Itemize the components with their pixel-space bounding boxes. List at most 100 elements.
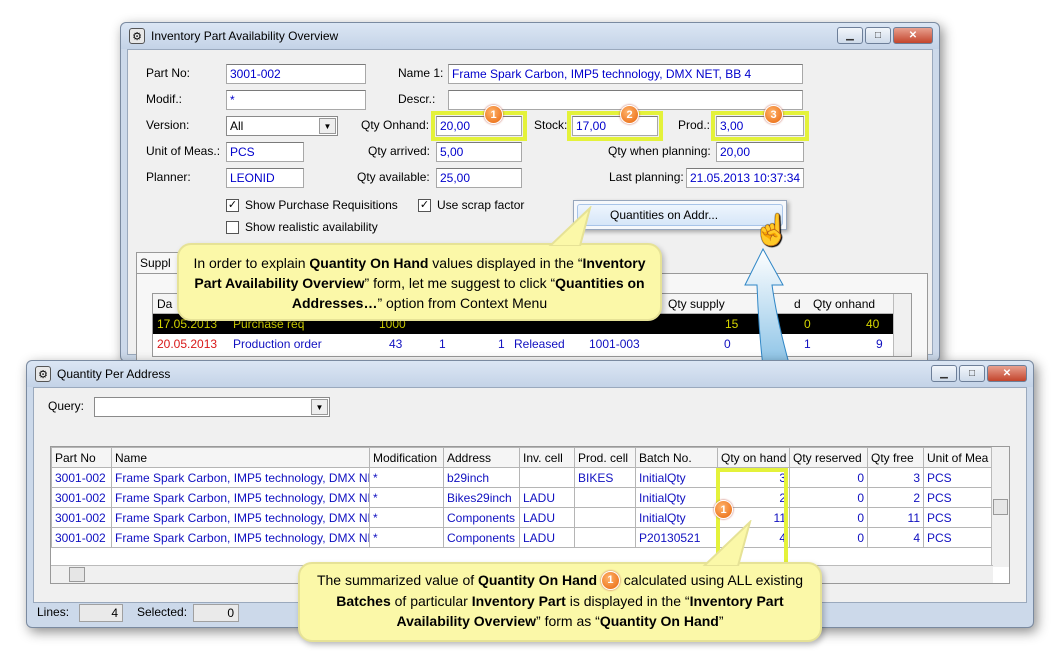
cell-batch-no[interactable]: InitialQty [635, 487, 718, 508]
window-title-bar[interactable]: ⚙ Quantity Per Address ▁ □ ✕ [27, 361, 1033, 387]
grid-vertical-scrollbar[interactable] [991, 447, 1009, 567]
cell-inv-cell[interactable]: LADU [519, 487, 575, 508]
col-address[interactable]: Address [443, 447, 520, 468]
window-title-bar[interactable]: ⚙ Inventory Part Availability Overview ▁… [121, 23, 939, 49]
show-realistic-availability-checkbox[interactable]: Show realistic availability [226, 220, 378, 234]
minimize-icon[interactable]: ▁ [931, 365, 957, 382]
cell-prod-cell[interactable] [574, 487, 636, 508]
cell-unit[interactable]: PCS [923, 507, 994, 528]
cell-modification[interactable]: * [369, 467, 444, 488]
col-prod-cell[interactable]: Prod. cell [574, 447, 636, 468]
chevron-down-icon[interactable]: ▼ [311, 399, 328, 415]
cell-name[interactable]: Frame Spark Carbon, IMP5 technology, DMX… [111, 487, 370, 508]
name1-field[interactable]: Frame Spark Carbon, IMP5 technology, DMX… [448, 64, 803, 84]
qty-available-field[interactable]: 25,00 [436, 168, 522, 188]
cell-part-no[interactable]: 3001-002 [51, 507, 112, 528]
grid-header-date: Da [157, 297, 173, 311]
checkbox-box[interactable] [226, 220, 239, 234]
col-qty-free[interactable]: Qty free [867, 447, 924, 468]
query-select[interactable]: ▼ [94, 397, 330, 417]
cell-qty-free[interactable]: 2 [867, 487, 924, 508]
cell-unit[interactable]: PCS [923, 467, 994, 488]
cell-address[interactable]: Components [443, 527, 520, 548]
cell-part-no[interactable]: 3001-002 [51, 487, 112, 508]
table-row[interactable]: 3001-002 Frame Spark Carbon, IMP5 technol… [51, 527, 994, 548]
col-batch-no[interactable]: Batch No. [635, 447, 718, 468]
cell-batch-no[interactable]: InitialQty [635, 467, 718, 488]
col-unit[interactable]: Unit of Mea [923, 447, 994, 468]
col-modification[interactable]: Modification [369, 447, 444, 468]
cell-modification[interactable]: * [369, 527, 444, 548]
query-label: Query: [48, 399, 85, 413]
prod-field[interactable]: 3,00 [711, 111, 809, 141]
cell-part-no[interactable]: 3001-002 [51, 467, 112, 488]
cell-name[interactable]: Frame Spark Carbon, IMP5 technology, DMX… [111, 527, 370, 548]
planner-field[interactable]: LEONID [226, 168, 304, 188]
callout-text: of particular [390, 592, 472, 609]
cell-prod-cell[interactable]: BIKES [574, 467, 636, 488]
quantity-table: Part No Name Modification Address Inv. c… [51, 447, 994, 548]
cell-qty-reserved[interactable]: 0 [789, 487, 868, 508]
col-qty-reserved[interactable]: Qty reserved [789, 447, 868, 468]
cell-qty-reserved[interactable]: 0 [789, 467, 868, 488]
stock-field[interactable]: 17,00 [567, 111, 663, 141]
minimize-icon[interactable]: ▁ [837, 27, 863, 44]
cell-unit[interactable]: PCS [923, 487, 994, 508]
qty-planning-field[interactable]: 20,00 [716, 142, 804, 162]
cell-part-no[interactable]: 3001-002 [51, 527, 112, 548]
callout-text: ” form as “ [536, 612, 600, 629]
col-part-no[interactable]: Part No [51, 447, 112, 468]
cell-inv-cell[interactable]: LADU [519, 527, 575, 548]
cell-inv-cell[interactable]: LADU [519, 507, 575, 528]
maximize-icon[interactable]: □ [959, 365, 985, 382]
cell-qty-reserved[interactable]: 0 [789, 527, 868, 548]
table-row[interactable]: 3001-002 Frame Spark Carbon, IMP5 technol… [51, 467, 994, 488]
cell-prod-cell[interactable] [574, 507, 636, 528]
uom-field[interactable]: PCS [226, 142, 304, 162]
close-icon[interactable]: ✕ [987, 365, 1027, 382]
version-select[interactable]: All ▼ [226, 116, 338, 136]
table-row[interactable]: 3001-002 Frame Spark Carbon, IMP5 technol… [51, 507, 994, 528]
row2-type: Production order [233, 337, 322, 351]
cell-address[interactable]: Components [443, 507, 520, 528]
qty-onhand-field[interactable]: 20,00 [431, 111, 527, 141]
cell-qty-free[interactable]: 3 [867, 467, 924, 488]
cell-unit[interactable]: PCS [923, 527, 994, 548]
col-name[interactable]: Name [111, 447, 370, 468]
row2-date: 20.05.2013 [157, 337, 218, 351]
grid-scrollbar[interactable] [893, 294, 911, 356]
cell-qty-free[interactable]: 11 [867, 507, 924, 528]
cell-inv-cell[interactable] [519, 467, 575, 488]
cell-name[interactable]: Frame Spark Carbon, IMP5 technology, DMX… [111, 467, 370, 488]
badge-qty-on-hand: 1 [714, 500, 733, 519]
cell-qty-reserved[interactable]: 0 [789, 507, 868, 528]
maximize-icon[interactable]: □ [865, 27, 891, 44]
cell-qty-free[interactable]: 4 [867, 527, 924, 548]
modif-field[interactable]: * [226, 90, 366, 110]
cell-prod-cell[interactable] [574, 527, 636, 548]
chevron-down-icon[interactable]: ▼ [319, 118, 336, 134]
qty-arrived-field[interactable]: 5,00 [436, 142, 522, 162]
cell-address[interactable]: b29inch [443, 467, 520, 488]
modif-label: Modif.: [146, 92, 183, 106]
checkbox-box[interactable]: ✓ [226, 198, 239, 212]
table-row[interactable]: 3001-002 Frame Spark Carbon, IMP5 technol… [51, 487, 994, 508]
use-scrap-factor-checkbox[interactable]: ✓ Use scrap factor [418, 198, 524, 212]
last-planning-label: Last planning: [609, 170, 684, 184]
cell-modification[interactable]: * [369, 507, 444, 528]
scroll-thumb[interactable] [993, 499, 1008, 515]
cell-name[interactable]: Frame Spark Carbon, IMP5 technology, DMX… [111, 507, 370, 528]
last-planning-field[interactable]: 21.05.2013 10:37:34 [686, 168, 804, 188]
tab-supply[interactable]: Suppl [136, 252, 182, 274]
callout-bold: Batches [336, 592, 391, 609]
cell-modification[interactable]: * [369, 487, 444, 508]
close-icon[interactable]: ✕ [893, 27, 933, 44]
badge-2: 2 [620, 105, 639, 124]
cell-address[interactable]: Bikes29inch [443, 487, 520, 508]
col-inv-cell[interactable]: Inv. cell [519, 447, 575, 468]
show-purchase-requisitions-checkbox[interactable]: ✓ Show Purchase Requisitions [226, 198, 398, 212]
part-no-field[interactable]: 3001-002 [226, 64, 366, 84]
col-qty-on-hand[interactable]: Qty on hand [717, 447, 790, 468]
hscroll-thumb[interactable] [69, 567, 85, 582]
checkbox-box[interactable]: ✓ [418, 198, 431, 212]
